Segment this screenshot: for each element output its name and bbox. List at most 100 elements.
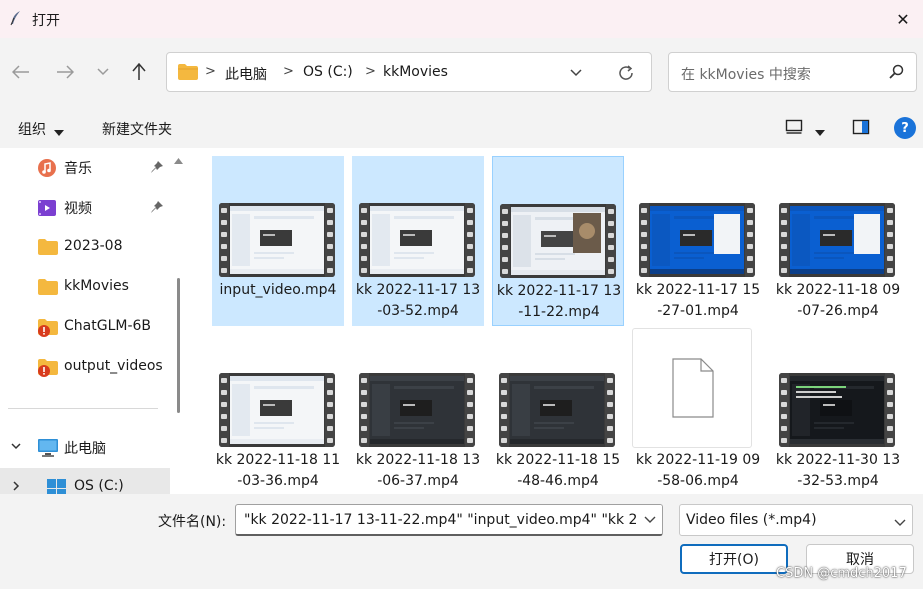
film-hole: [887, 256, 893, 261]
scroll-up-icon[interactable]: [174, 152, 183, 168]
film-hole: [361, 390, 367, 395]
tree-item-this-pc[interactable]: 此电脑: [0, 428, 170, 468]
caret-down-icon[interactable]: [815, 124, 825, 140]
up-button[interactable]: [126, 59, 152, 85]
feather-icon: [8, 10, 24, 26]
tree-item-os-c[interactable]: OS (C:): [0, 468, 170, 494]
film-strip: [359, 203, 369, 277]
address-bar[interactable]: > 此电脑 > OS (C:) > kkMovies: [166, 52, 652, 92]
film-hole: [361, 414, 367, 419]
film-strip: [219, 373, 229, 447]
search-icon: [888, 64, 904, 84]
file-tile[interactable]: kk 2022-11-18 13-06-37.mp4: [352, 326, 484, 494]
file-tile[interactable]: kk 2022-11-17 13-11-22.mp4: [492, 156, 624, 326]
film-strip: [325, 203, 335, 277]
file-tile[interactable]: kk 2022-11-18 11-03-36.mp4: [212, 326, 344, 494]
video-frame: [650, 206, 744, 274]
preview-pane-icon[interactable]: [852, 119, 870, 139]
file-name: kk 2022-11-17 13-03-52.mp4: [355, 282, 481, 319]
film-hole: [361, 208, 367, 213]
file-tile[interactable]: kk 2022-11-17 13-03-52.mp4: [352, 156, 484, 326]
sidebar-item-output-videos[interactable]: output_videos: [0, 348, 170, 388]
film-strip: [465, 373, 475, 447]
video-thumbnail: [632, 328, 752, 448]
film-strip: [359, 373, 369, 447]
pin-icon: [150, 160, 164, 178]
filetype-select[interactable]: Video files (*.mp4): [679, 504, 913, 536]
sidebar-item-2023-08[interactable]: 2023-08: [0, 228, 170, 268]
film-strip: [605, 373, 615, 447]
chevron-right-icon[interactable]: [10, 480, 22, 494]
film-hole: [502, 269, 508, 274]
film-hole: [467, 268, 473, 273]
film-hole: [467, 390, 473, 395]
folder-warning-icon: [37, 318, 59, 342]
open-button[interactable]: 打开(O): [680, 544, 788, 574]
sidebar-item-kkmovies[interactable]: kkMovies: [0, 268, 170, 308]
film-hole: [221, 402, 227, 407]
film-hole: [607, 390, 613, 395]
film-strip: [465, 203, 475, 277]
filename-field[interactable]: "kk 2022-11-17 13-11-22.mp4" "input_vide…: [235, 504, 663, 536]
film-strip: [745, 203, 755, 277]
file-name: kk 2022-11-18 11-03-36.mp4: [215, 452, 341, 489]
filetype-value: Video files (*.mp4): [686, 512, 817, 528]
breadcrumb-this-pc[interactable]: 此电脑: [225, 64, 267, 84]
film-hole: [747, 244, 753, 249]
close-icon: ✕: [896, 9, 910, 29]
film-hole: [502, 221, 508, 226]
chevron-down-icon: [894, 515, 906, 531]
filename-value: "kk 2022-11-17 13-11-22.mp4" "input_vide…: [244, 512, 638, 528]
file-name: kk 2022-11-18 09-07-26.mp4: [775, 282, 901, 319]
film-hole: [608, 269, 614, 274]
file-tile[interactable]: kk 2022-11-18 09-07-26.mp4: [772, 156, 904, 326]
film-strip: [219, 203, 229, 277]
chevron-down-icon[interactable]: [10, 440, 22, 456]
film-hole: [501, 378, 507, 383]
film-hole: [781, 208, 787, 213]
chevron-down-icon[interactable]: [638, 505, 662, 534]
film-hole: [361, 232, 367, 237]
video-thumbnail: [219, 203, 335, 277]
forward-button[interactable]: [52, 59, 78, 85]
film-strip: [885, 373, 895, 447]
film-hole: [467, 244, 473, 249]
caret-down-icon[interactable]: [54, 124, 64, 140]
sidebar-item-label: 2023-08: [64, 238, 123, 254]
file-tile[interactable]: kk 2022-11-30 13-32-53.mp4: [772, 326, 904, 494]
close-button[interactable]: ✕: [883, 0, 923, 38]
file-tile[interactable]: input_video.mp4: [212, 156, 344, 326]
sidebar-item-music[interactable]: 音乐: [0, 148, 170, 188]
recent-locations-button[interactable]: [90, 59, 116, 85]
help-icon[interactable]: ?: [894, 117, 916, 139]
video-icon: [37, 198, 57, 222]
scrollbar-thumb[interactable]: [177, 278, 180, 413]
breadcrumb-kkmovies[interactable]: kkMovies: [383, 64, 448, 80]
sidebar-item-label: ChatGLM-6B: [64, 318, 152, 334]
document-icon: [672, 358, 714, 418]
view-icon[interactable]: [785, 119, 803, 139]
file-name: kk 2022-11-30 13-32-53.mp4: [775, 452, 901, 489]
video-thumbnail: [359, 203, 475, 277]
sidebar-item-chatglm[interactable]: ChatGLM-6B: [0, 308, 170, 348]
video-frame: [230, 206, 324, 274]
breadcrumb-os-c[interactable]: OS (C:): [303, 64, 353, 80]
video-frame: [790, 206, 884, 274]
film-hole: [502, 209, 508, 214]
film-hole: [361, 244, 367, 249]
file-tile[interactable]: kk 2022-11-19 09-58-06.mp4: [632, 326, 764, 494]
sidebar-item-videos[interactable]: 视频: [0, 188, 170, 228]
path-separator: >: [365, 64, 376, 79]
film-hole: [467, 438, 473, 443]
address-dropdown-icon[interactable]: [569, 65, 583, 83]
new-folder-button[interactable]: 新建文件夹: [102, 119, 172, 139]
arrow-up-icon: [132, 63, 146, 80]
organize-button[interactable]: 组织: [18, 119, 46, 139]
file-tile[interactable]: kk 2022-11-18 15-48-46.mp4: [492, 326, 624, 494]
sidebar-scrollbar[interactable]: [170, 148, 187, 494]
search-box[interactable]: 在 kkMovies 中搜索: [668, 52, 917, 92]
file-tile[interactable]: kk 2022-11-17 15-27-01.mp4: [632, 156, 764, 326]
back-button[interactable]: [8, 59, 34, 85]
file-name: kk 2022-11-17 13-11-22.mp4: [496, 283, 622, 320]
refresh-icon[interactable]: [617, 64, 635, 86]
